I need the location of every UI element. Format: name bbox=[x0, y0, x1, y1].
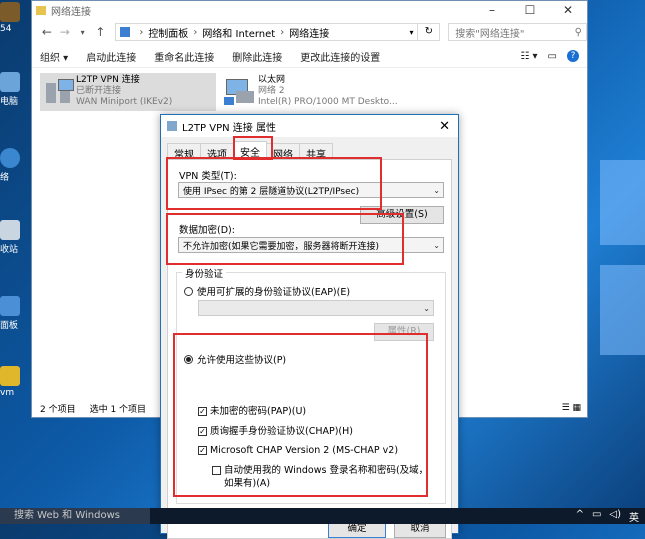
recent-chevron-icon[interactable]: ▾ bbox=[74, 28, 92, 37]
breadcrumb-network-connections[interactable]: 网络连接 bbox=[289, 25, 329, 40]
connection-item-l2tp[interactable]: L2TP VPN 连接 已断开连接 WAN Miniport (IKEv2) bbox=[40, 73, 216, 111]
system-tray: ^ ▭ ◁) 英 bbox=[568, 509, 639, 524]
dialog-title: L2TP VPN 连接 属性 bbox=[182, 122, 276, 134]
connection-status: 网络 2 bbox=[258, 86, 285, 96]
command-bar: 组织 ▾ 启动此连接 重命名此连接 删除此连接 更改此连接的设置 ☷ ▾ ▭ ? bbox=[32, 45, 587, 68]
desktop-icon-network[interactable]: 络 bbox=[0, 148, 22, 183]
search-input[interactable]: 搜索"网络连接" ⚲ bbox=[448, 23, 587, 41]
connection-device: Intel(R) PRO/1000 MT Deskto... bbox=[258, 97, 398, 107]
network-folder-icon bbox=[120, 27, 131, 37]
eap-method-select[interactable]: ⌄ bbox=[198, 300, 434, 316]
highlight-vpn-type bbox=[166, 157, 382, 210]
ethernet-connection-icon bbox=[222, 73, 258, 107]
folder-icon bbox=[36, 5, 46, 15]
connection-name: 以太网 bbox=[258, 75, 286, 85]
dialog-close-icon[interactable]: ✕ bbox=[439, 119, 450, 134]
explorer-titlebar: 网络连接 – ☐ ✕ bbox=[32, 1, 587, 19]
desktop-icon-label: 电脑 bbox=[0, 97, 19, 107]
breadcrumb-separator: › bbox=[280, 26, 285, 38]
search-placeholder: 搜索"网络连接" bbox=[455, 28, 525, 40]
tray-volume-icon[interactable]: ◁) bbox=[609, 509, 621, 524]
connection-device: WAN Miniport (IKEv2) bbox=[76, 97, 173, 107]
network-icon bbox=[167, 121, 177, 131]
desktop-icon-computer[interactable]: 电脑 bbox=[0, 72, 22, 107]
breadcrumb-separator: › bbox=[139, 26, 144, 38]
desktop-icon-1[interactable]: 54 bbox=[0, 2, 22, 34]
help-icon[interactable]: ? bbox=[567, 50, 579, 62]
tray-chevron-icon[interactable]: ^ bbox=[576, 509, 584, 524]
forward-arrow-icon[interactable]: → bbox=[56, 25, 74, 39]
authentication-group-label: 身份验证 bbox=[182, 266, 227, 280]
change-settings-button[interactable]: 更改此连接的设置 bbox=[300, 49, 380, 64]
taskbar: 搜索 Web 和 Windows ^ ▭ ◁) 英 bbox=[0, 508, 645, 524]
tray-network-icon[interactable]: ▭ bbox=[592, 509, 601, 524]
dialog-titlebar: L2TP VPN 连接 属性 ✕ bbox=[161, 115, 458, 137]
back-arrow-icon[interactable]: ← bbox=[38, 25, 56, 39]
breadcrumb-network-internet[interactable]: 网络和 Internet bbox=[202, 25, 275, 40]
view-toggle-icons[interactable]: ☰ ▦ bbox=[562, 403, 581, 413]
start-connection-button[interactable]: 启动此连接 bbox=[86, 49, 136, 64]
desktop-icon-label: 面板 bbox=[0, 321, 19, 331]
address-dropdown-icon[interactable]: ▾ bbox=[409, 28, 413, 37]
taskbar-search[interactable]: 搜索 Web 和 Windows bbox=[0, 508, 150, 524]
eap-radio-label: 使用可扩展的身份验证协议(EAP)(E) bbox=[197, 287, 351, 298]
chevron-down-icon: ⌄ bbox=[433, 240, 440, 250]
item-count: 2 个项目 bbox=[40, 404, 76, 415]
preview-pane-icon[interactable]: ▭ bbox=[548, 51, 557, 62]
maximize-button[interactable]: ☐ bbox=[511, 3, 549, 17]
highlight-encryption bbox=[166, 213, 404, 265]
address-bar[interactable]: › 控制面板 › 网络和 Internet › 网络连接 ▾ bbox=[115, 23, 419, 41]
desktop-icon-recycle-bin[interactable]: 收站 bbox=[0, 220, 22, 255]
radio-off-icon bbox=[184, 286, 193, 296]
selected-count: 选中 1 个项目 bbox=[89, 404, 147, 415]
desktop-icon-label: vm bbox=[0, 388, 15, 398]
close-button[interactable]: ✕ bbox=[549, 3, 587, 17]
view-options-icon[interactable]: ☷ ▾ bbox=[520, 51, 537, 62]
refresh-icon[interactable]: ↻ bbox=[418, 23, 441, 41]
connection-item-ethernet[interactable]: 以太网 网络 2 Intel(R) PRO/1000 MT Deskto... bbox=[222, 73, 422, 111]
breadcrumb-control-panel[interactable]: 控制面板 bbox=[148, 25, 188, 40]
connection-status: 已断开连接 bbox=[76, 86, 122, 96]
rename-connection-button[interactable]: 重命名此连接 bbox=[154, 49, 214, 64]
minimize-button[interactable]: – bbox=[473, 3, 511, 17]
vpn-connection-icon bbox=[40, 73, 76, 107]
eap-radio[interactable]: 使用可扩展的身份验证协议(EAP)(E) bbox=[184, 284, 350, 298]
desktop-icon-label: 收站 bbox=[0, 245, 19, 255]
chevron-down-icon: ⌄ bbox=[423, 303, 430, 313]
windows-logo-wallpaper bbox=[590, 160, 645, 460]
delete-connection-button[interactable]: 删除此连接 bbox=[232, 49, 282, 64]
address-row: ← → ▾ ↑ › 控制面板 › 网络和 Internet › 网络连接 ▾ ↻… bbox=[32, 19, 587, 45]
window-title: 网络连接 bbox=[51, 6, 91, 18]
search-icon: ⚲ bbox=[574, 26, 582, 38]
tray-ime-indicator[interactable]: 英 bbox=[629, 509, 639, 524]
up-arrow-icon[interactable]: ↑ bbox=[91, 25, 109, 39]
desktop-icon-vm[interactable]: vm bbox=[0, 366, 22, 398]
chevron-down-icon: ⌄ bbox=[433, 185, 440, 195]
desktop-icon-label: 54 bbox=[0, 24, 12, 34]
breadcrumb-separator: › bbox=[193, 26, 198, 38]
highlight-protocols bbox=[173, 333, 428, 497]
desktop-icon-control-panel[interactable]: 面板 bbox=[0, 296, 22, 331]
organize-menu[interactable]: 组织 ▾ bbox=[40, 49, 68, 64]
desktop-icon-label: 络 bbox=[0, 173, 10, 183]
connection-name: L2TP VPN 连接 bbox=[76, 75, 140, 85]
